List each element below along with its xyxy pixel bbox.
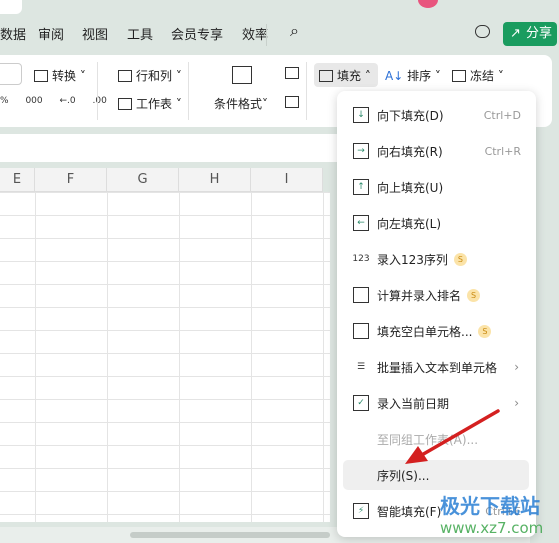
watermark-logo: 极光下载站 www.xz7.com: [440, 494, 544, 537]
red-arrow-annotation: [405, 409, 500, 464]
